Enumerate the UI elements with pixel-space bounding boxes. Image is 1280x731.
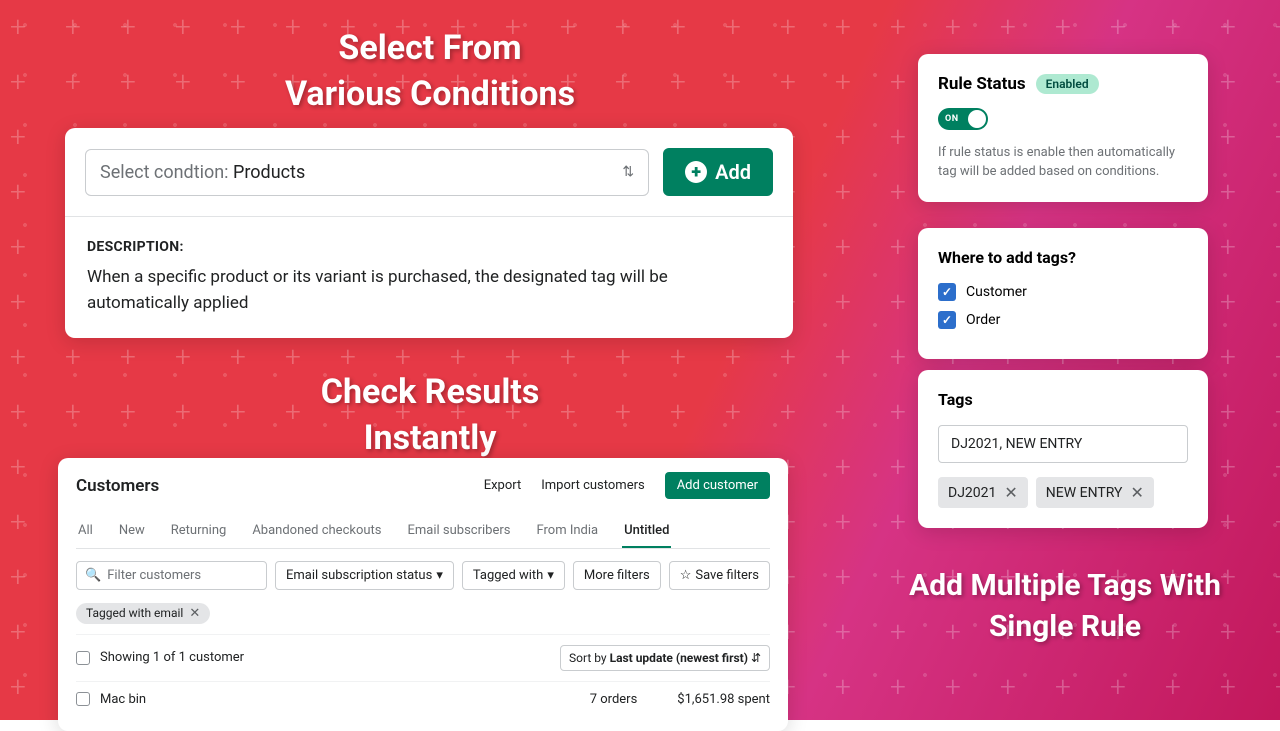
tab-abandoned-checkouts[interactable]: Abandoned checkouts (250, 515, 383, 548)
tag-chip-label: NEW ENTRY (1046, 485, 1123, 501)
save-filters-button[interactable]: ☆ Save filters (669, 561, 770, 590)
condition-select-label: Select condtion: (100, 162, 233, 183)
customers-title: Customers (76, 476, 159, 496)
close-icon[interactable]: ✕ (1130, 483, 1143, 502)
description-text: When a specific product or its variant i… (87, 265, 771, 316)
tag-chip-label: DJ2021 (948, 485, 996, 501)
select-all-checkbox[interactable] (76, 651, 90, 665)
email-status-filter[interactable]: Email subscription status ▾ (275, 561, 454, 590)
search-placeholder: Filter customers (107, 568, 201, 583)
tags-panel: Tags DJ2021, NEW ENTRY DJ2021 ✕ NEW ENTRY ✕ (918, 370, 1208, 528)
chevron-down-icon: ▾ (547, 568, 554, 583)
tag-chip[interactable]: NEW ENTRY ✕ (1036, 477, 1154, 508)
enabled-badge: Enabled (1036, 74, 1099, 94)
import-link[interactable]: Import customers (541, 478, 644, 493)
close-icon[interactable]: ✕ (1004, 483, 1017, 502)
rule-status-panel: Rule Status Enabled ON If rule status is… (918, 54, 1208, 202)
more-filters-button[interactable]: More filters (573, 561, 661, 590)
where-tags-panel: Where to add tags? ✓ Customer ✓ Order (918, 228, 1208, 359)
customer-spent: $1,651.98 spent (677, 692, 770, 707)
tagged-with-filter[interactable]: Tagged with ▾ (462, 561, 565, 590)
tab-all[interactable]: All (76, 515, 95, 548)
filter-customers-input[interactable]: 🔍 Filter customers (76, 561, 267, 590)
where-option-customer[interactable]: ✓ Customer (938, 283, 1188, 301)
toggle-on-label: ON (945, 114, 959, 124)
rule-status-toggle[interactable]: ON (938, 108, 988, 130)
add-button-label: Add (715, 160, 751, 184)
add-customer-button[interactable]: Add customer (665, 472, 770, 499)
rule-status-title: Rule Status (938, 74, 1026, 94)
chevron-down-icon: ▾ (436, 568, 443, 583)
tab-returning[interactable]: Returning (169, 515, 229, 548)
row-checkbox[interactable] (76, 692, 90, 706)
where-option-label: Customer (966, 284, 1027, 300)
checkbox-checked-icon: ✓ (938, 311, 956, 329)
tag-chip[interactable]: DJ2021 ✕ (938, 477, 1028, 508)
condition-select[interactable]: Select condtion: Products ⇅ (85, 149, 649, 196)
where-option-order[interactable]: ✓ Order (938, 311, 1188, 329)
heading-conditions: Select FromVarious Conditions (150, 26, 710, 118)
tab-email-subscribers[interactable]: Email subscribers (406, 515, 513, 548)
close-icon[interactable]: ✕ (189, 606, 200, 621)
chevron-updown-icon: ⇵ (751, 651, 761, 665)
export-link[interactable]: Export (484, 478, 522, 493)
tab-new[interactable]: New (117, 515, 147, 548)
condition-panel: Select condtion: Products ⇅ + Add DESCRI… (65, 128, 793, 338)
customer-name[interactable]: Mac bin (100, 692, 146, 707)
heading-results: Check ResultsInstantly (150, 370, 710, 462)
tags-input[interactable]: DJ2021, NEW ENTRY (938, 425, 1188, 463)
chevron-updown-icon: ⇅ (622, 164, 634, 180)
plus-circle-icon: + (685, 161, 707, 183)
where-tags-title: Where to add tags? (938, 248, 1188, 267)
applied-filter-chip[interactable]: Tagged with email ✕ (76, 603, 210, 624)
customer-orders: 7 orders (590, 692, 638, 707)
tags-title: Tags (938, 390, 1188, 409)
customer-tabs: All New Returning Abandoned checkouts Email … (76, 509, 770, 549)
where-option-label: Order (966, 312, 1000, 328)
rule-status-description: If rule status is enable then automatica… (938, 144, 1188, 182)
description-heading: DESCRIPTION: (87, 239, 771, 255)
sort-select[interactable]: Sort by Last update (newest first) ⇵ (560, 645, 770, 671)
toggle-knob-icon (968, 110, 986, 128)
search-icon: 🔍 (85, 568, 101, 583)
showing-count: Showing 1 of 1 customer (100, 650, 244, 665)
heading-tags: Add Multiple Tags WithSingle Rule (870, 566, 1260, 647)
customers-panel: Customers Export Import customers Add cu… (58, 458, 788, 731)
add-condition-button[interactable]: + Add (663, 148, 773, 196)
star-icon: ☆ (680, 568, 692, 583)
condition-select-value: Products (233, 162, 305, 183)
tab-untitled[interactable]: Untitled (622, 515, 671, 548)
checkbox-checked-icon: ✓ (938, 283, 956, 301)
tab-from-india[interactable]: From India (535, 515, 601, 548)
